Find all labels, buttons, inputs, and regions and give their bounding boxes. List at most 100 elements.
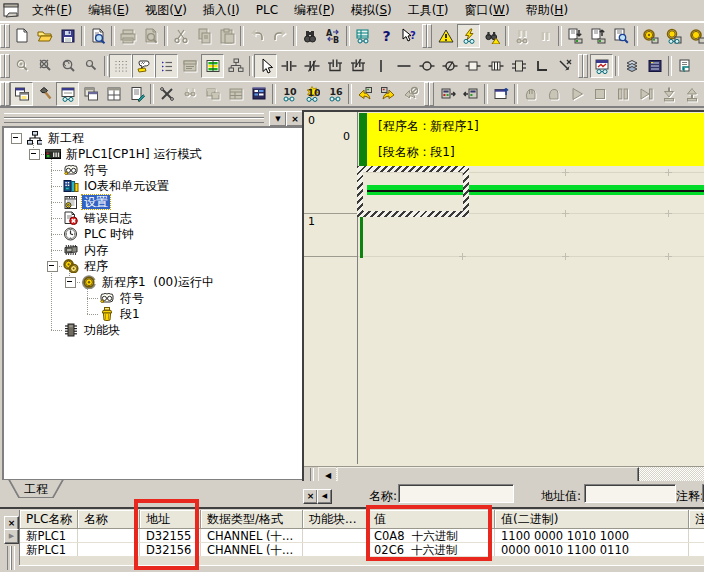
new-instruction-button[interactable] [461, 54, 484, 78]
print-button[interactable] [116, 24, 139, 48]
menu-3[interactable]: 插入(I) [195, 0, 248, 22]
address-value-field[interactable] [584, 484, 676, 503]
properties-button[interactable] [125, 82, 148, 106]
pause-button[interactable] [533, 24, 556, 48]
watch-cell[interactable] [303, 543, 368, 557]
watch-cell[interactable] [303, 529, 368, 543]
ladder-hscrollbar[interactable]: ◀ [304, 466, 704, 482]
watch-row-0[interactable]: 新PLC1D32155CHANNEL (十...C0A8 十六进制1100 00… [20, 529, 704, 543]
tree-item-8[interactable]: 程序 [79, 258, 110, 274]
show-program-comments-button[interactable] [178, 54, 201, 78]
show-rung-annotations-button[interactable] [155, 54, 178, 78]
watch-next-tab-button[interactable]: ▶ [4, 529, 19, 544]
watch-col-0[interactable]: PLC名称 [20, 510, 78, 529]
watch-col-4[interactable]: 功能块... [303, 510, 368, 529]
stop-simulator-button[interactable] [588, 82, 611, 106]
differential-trace-window-button[interactable] [590, 54, 613, 78]
step-in-button[interactable] [657, 82, 680, 106]
new-horizontal-line-button[interactable] [392, 54, 415, 78]
mdi-child-window-icon[interactable] [3, 3, 20, 18]
show-grid-button[interactable] [109, 54, 132, 78]
redo-button[interactable] [268, 24, 291, 48]
zoom-fit-button[interactable] [56, 54, 79, 78]
undo-button[interactable] [245, 24, 268, 48]
watch-cell[interactable] [689, 543, 704, 557]
pause-monitor-button[interactable] [510, 24, 533, 48]
cascade-windows-button[interactable] [79, 82, 102, 106]
new-function-block-button[interactable] [507, 54, 530, 78]
force-on-button[interactable] [353, 82, 376, 106]
tree-item-3[interactable]: IO表和单元设置 [79, 178, 171, 194]
menu-5[interactable]: 编程(P) [286, 0, 343, 22]
io-comment-view-button[interactable] [643, 54, 666, 78]
new-instruction-2-button[interactable] [484, 54, 507, 78]
watch-cell[interactable]: 新PLC1 [20, 543, 78, 557]
save-file-button[interactable] [56, 24, 79, 48]
refbar-prev-button[interactable]: ◀ [317, 489, 332, 504]
compile-check-button[interactable] [86, 24, 109, 48]
new-file-button[interactable] [10, 24, 33, 48]
new-contact-button[interactable] [277, 54, 300, 78]
differential-up-button[interactable] [489, 82, 512, 106]
watch-row-1[interactable]: 新PLC1D32156CHANNEL (十...02C6 十六进制0000 00… [20, 543, 704, 557]
run-mode-button[interactable] [639, 24, 662, 48]
tree-expand-9[interactable] [65, 277, 76, 288]
new-or-contact-button[interactable] [323, 54, 346, 78]
transfer-to-plc-button[interactable] [563, 24, 586, 48]
tree-item-2[interactable]: 符号 [79, 162, 110, 178]
transfer-from-plc-button[interactable] [586, 24, 609, 48]
cross-section-button[interactable] [155, 82, 178, 106]
select-mode-button[interactable] [254, 54, 277, 78]
vertical-down-button[interactable] [530, 54, 553, 78]
watch-cell[interactable] [78, 543, 140, 557]
tree-item-5[interactable]: 错误日志 [79, 210, 134, 226]
help-button[interactable]: ? [374, 24, 397, 48]
new-closed-or-contact-button[interactable] [346, 54, 369, 78]
pause-sim-button[interactable] [611, 82, 634, 106]
print-preview-button[interactable] [139, 24, 162, 48]
selected-cell-marquee[interactable] [357, 166, 469, 217]
monitor-hex-button[interactable]: 16 [323, 82, 346, 106]
watch-col-1[interactable]: 名称 [78, 510, 140, 529]
new-coil-button[interactable] [415, 54, 438, 78]
menu-9[interactable]: 帮助(H) [518, 0, 576, 22]
watch-col-7[interactable]: 注释 [689, 510, 704, 529]
watch-cell[interactable]: 新PLC1 [20, 529, 78, 543]
monitor-mode-button[interactable] [457, 24, 480, 48]
window-grid-button[interactable] [224, 82, 247, 106]
watch-cell[interactable] [689, 529, 704, 543]
new-vertical-line-button[interactable] [369, 54, 392, 78]
toggle-output-window-button[interactable] [33, 82, 56, 106]
watch-cell[interactable]: 1100 0000 1010 1000 [495, 529, 689, 543]
replace-button[interactable]: AB [321, 24, 344, 48]
show-comments-button[interactable] [132, 54, 155, 78]
delete-tool-button[interactable] [553, 54, 576, 78]
menu-6[interactable]: 模拟(S) [343, 0, 400, 22]
differential-monitor-button[interactable] [480, 24, 503, 48]
pause-simulator-button[interactable] [542, 82, 565, 106]
watch-cell[interactable]: CHANNEL (十... [201, 543, 303, 557]
name-field[interactable] [398, 484, 514, 503]
force-cancel-button[interactable] [399, 82, 422, 106]
menu-7[interactable]: 工具(T) [400, 0, 457, 22]
tree-expand-8[interactable] [47, 261, 58, 272]
monitor-window-button[interactable] [178, 82, 201, 106]
tile-windows-button[interactable] [102, 82, 125, 106]
watch-cell[interactable]: 0000 0010 1100 0110 [495, 543, 689, 557]
open-file-button[interactable] [33, 24, 56, 48]
tree-item-1[interactable]: 新PLC1[CP1H] 运行模式 [61, 146, 203, 162]
tree-item-7[interactable]: 内存 [79, 242, 110, 258]
copy-button[interactable] [192, 24, 215, 48]
work-online-button[interactable] [434, 24, 457, 48]
cross-reference-button[interactable] [351, 24, 374, 48]
stacked-rungs-button[interactable] [620, 54, 643, 78]
compare-with-plc-button[interactable] [609, 24, 632, 48]
step-out-button[interactable] [680, 82, 703, 106]
tree-item-12[interactable]: 功能块 [79, 322, 122, 338]
menu-0[interactable]: 文件(F) [24, 0, 80, 22]
menu-4[interactable]: PLC [248, 1, 286, 20]
find-button[interactable] [298, 24, 321, 48]
pause-with-trigger-button[interactable] [519, 82, 542, 106]
tree-item-10[interactable]: 符号 [115, 290, 146, 306]
set-value-button[interactable] [436, 82, 459, 106]
